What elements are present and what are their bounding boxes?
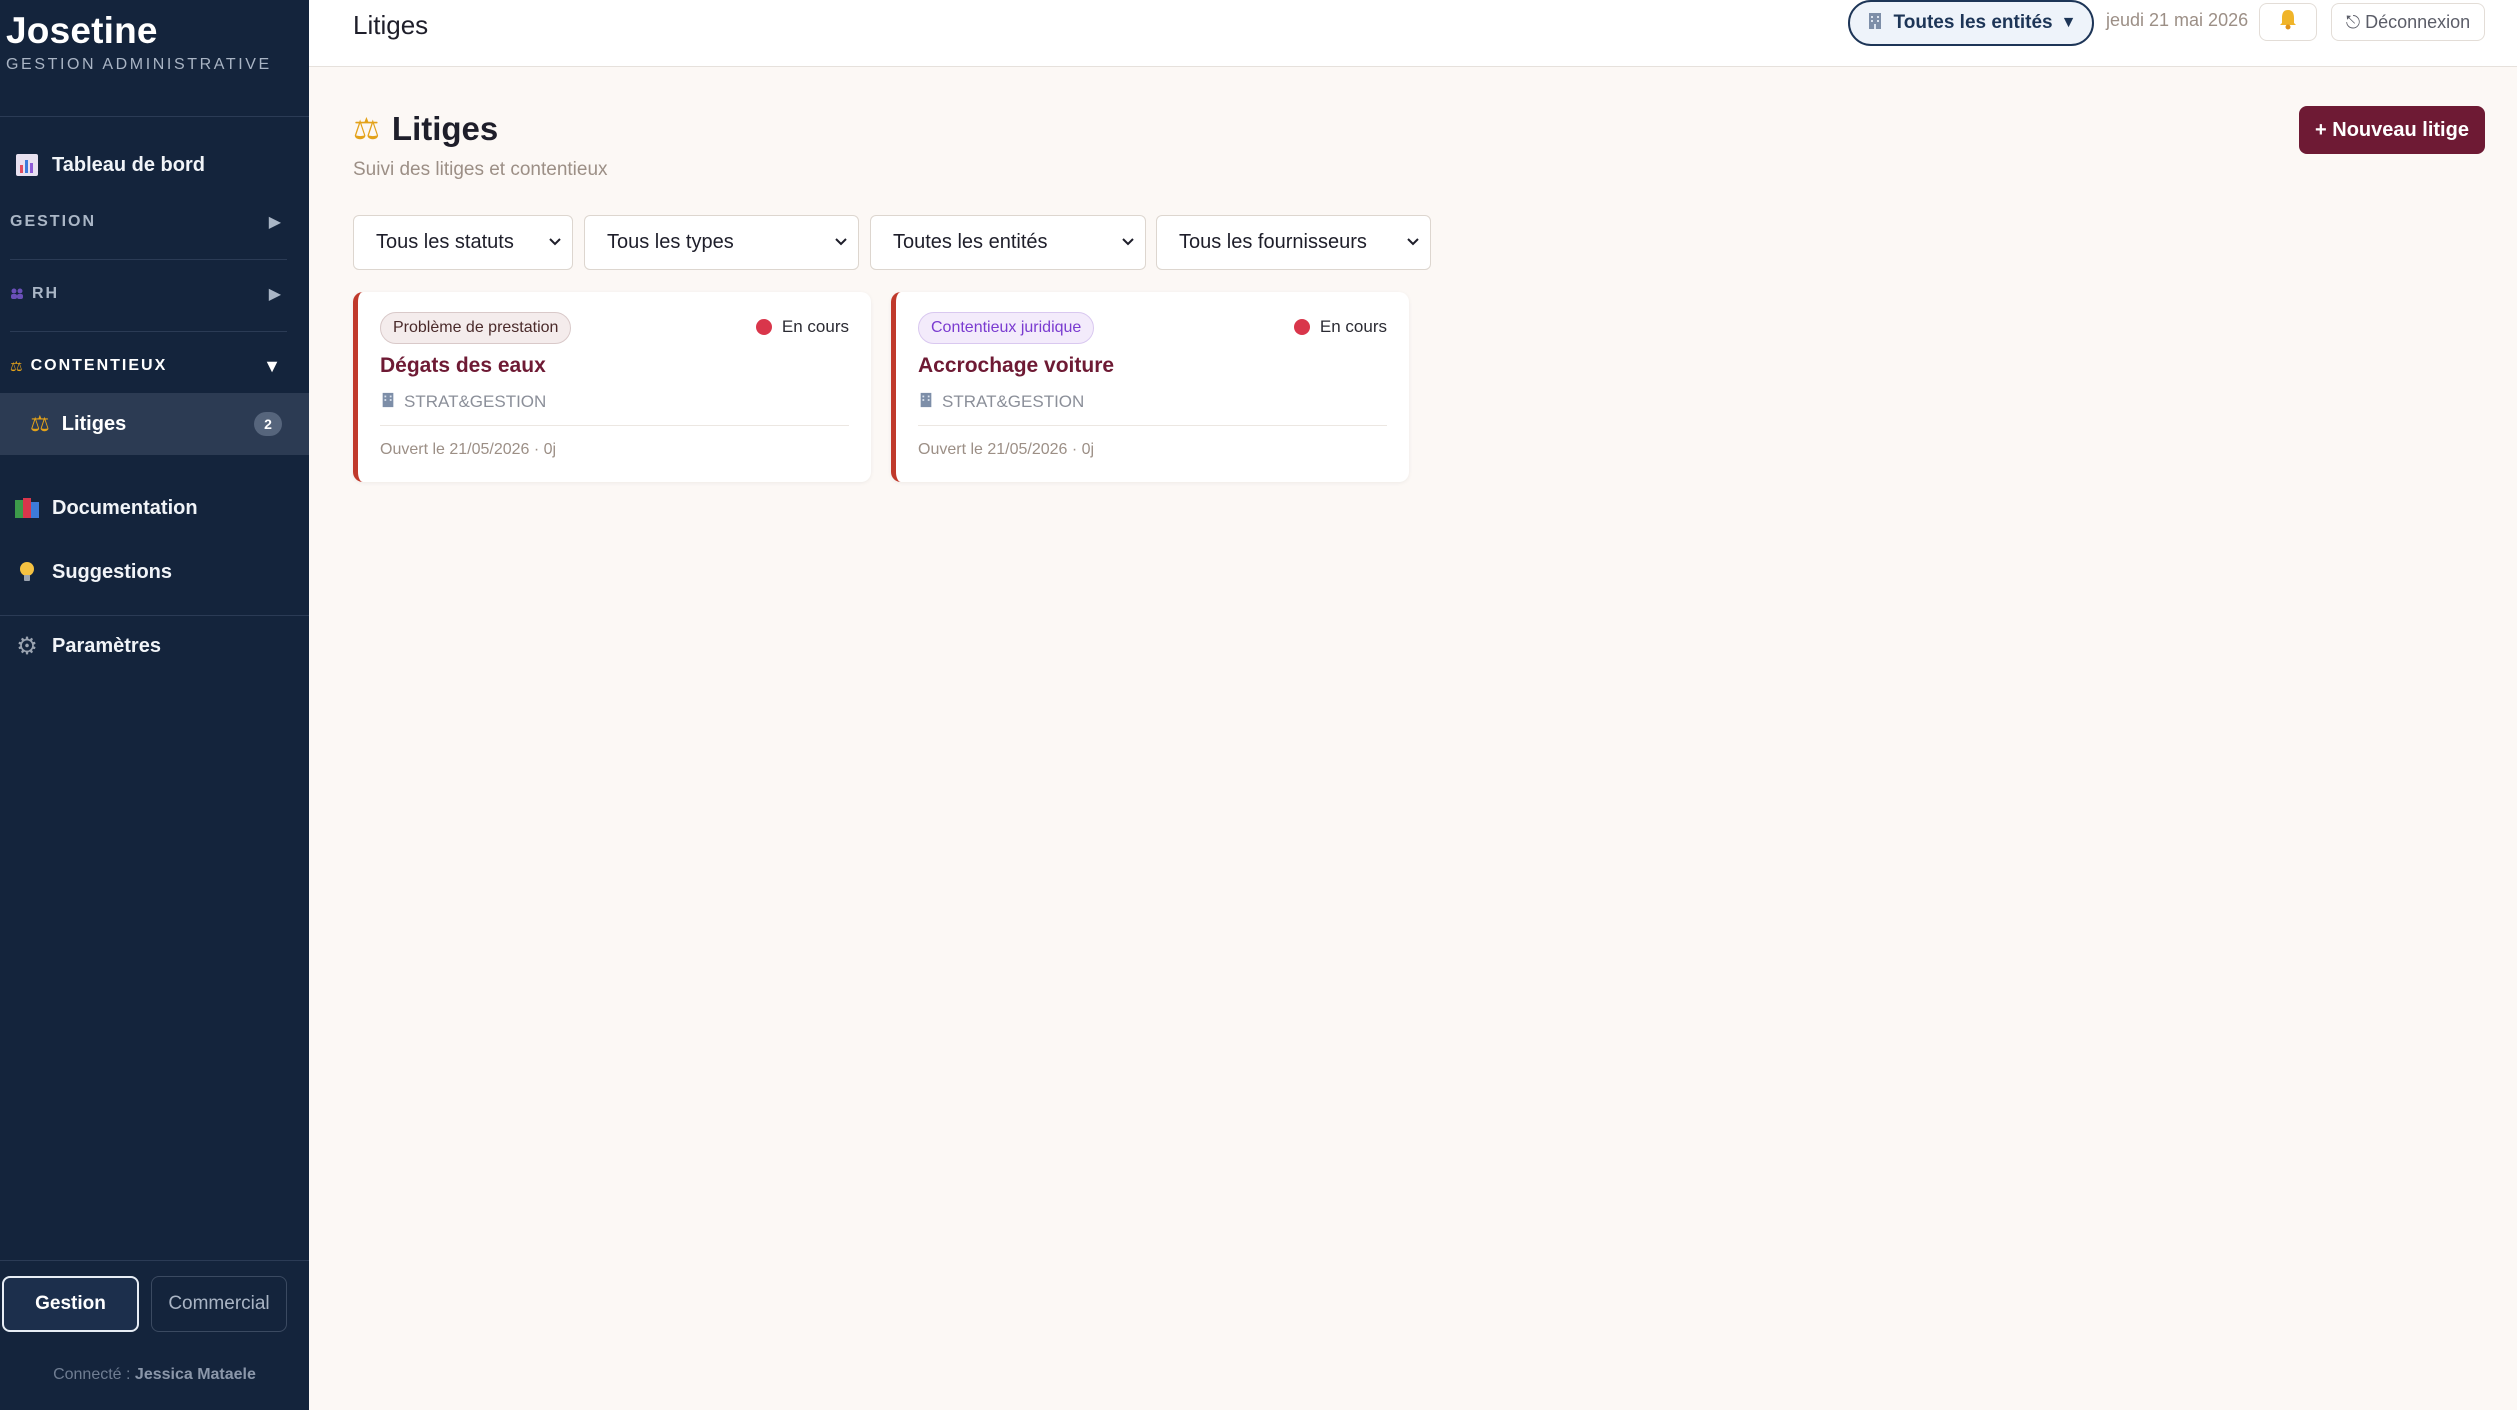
books-icon	[14, 495, 40, 521]
heading-text: Litiges	[391, 110, 499, 147]
divider	[10, 331, 287, 332]
section-gestion[interactable]: GESTION ▶	[0, 200, 309, 244]
card-opened-date: Ouvert le 21/05/2026 · 0j	[918, 441, 1095, 458]
card-entity: STRAT&GESTION	[918, 392, 1084, 412]
chevron-down-icon: ▼	[2060, 14, 2077, 31]
count-badge: 2	[254, 412, 282, 436]
status-label: En cours	[1319, 317, 1387, 336]
filter-type-select[interactable]: Tous les types	[584, 215, 859, 270]
filter-value: Tous les fournisseurs	[1179, 231, 1367, 253]
card-opened-date: Ouvert le 21/05/2026 · 0j	[380, 441, 557, 458]
filter-value: Tous les types	[607, 231, 734, 253]
sidebar-item-label: Suggestions	[52, 560, 173, 583]
new-litige-button[interactable]: + Nouveau litige	[2299, 106, 2485, 154]
sidebar-item-litiges[interactable]: ⚖ Litiges 2	[0, 393, 309, 455]
connected-username: Jessica Mataele	[134, 1366, 256, 1383]
filter-entity-select[interactable]: Toutes les entités	[870, 215, 1146, 270]
chevron-down-icon	[835, 238, 847, 246]
mode-gestion-button[interactable]: Gestion	[2, 1276, 139, 1332]
status-dot	[755, 319, 772, 335]
sidebar: Josetine GESTION ADMINISTRATIVE Tableau …	[0, 0, 309, 1410]
brand-title: Josetine	[6, 10, 158, 51]
page-subtitle: Suivi des litiges et contentieux	[353, 159, 608, 180]
sidebar-item-dashboard[interactable]: Tableau de bord	[0, 135, 309, 195]
card-title: Accrochage voiture	[918, 354, 1115, 377]
sidebar-item-label: Paramètres	[52, 634, 161, 657]
sidebar-item-label: Documentation	[52, 496, 198, 519]
section-label: RH	[32, 285, 60, 302]
sidebar-item-label: Tableau de bord	[52, 153, 205, 176]
card-title: Dégats des eaux	[380, 354, 546, 377]
mode-commercial-button[interactable]: Commercial	[151, 1276, 287, 1332]
sidebar-item-parametres[interactable]: ⚙ Paramètres	[0, 616, 309, 676]
entity-selector[interactable]: Toutes les entités ▼	[1848, 0, 2094, 46]
filter-status-select[interactable]: Tous les statuts	[353, 215, 573, 270]
brand: Josetine GESTION ADMINISTRATIVE	[6, 10, 272, 74]
type-tag: Problème de prestation	[380, 312, 572, 344]
scales-icon: ⚖	[30, 411, 50, 436]
chevron-down-icon: ▼	[263, 355, 281, 376]
divider	[0, 116, 309, 117]
filter-supplier-select[interactable]: Tous les fournisseurs	[1156, 215, 1431, 270]
connected-prefix: Connecté :	[53, 1366, 131, 1383]
sidebar-item-documentation[interactable]: Documentation	[0, 478, 309, 538]
entity-name: STRAT&GESTION	[942, 392, 1085, 411]
section-label: CONTENTIEUX	[30, 357, 168, 374]
sidebar-item-suggestions[interactable]: Suggestions	[0, 542, 309, 602]
section-rh[interactable]: RH ▶	[0, 272, 309, 316]
litige-card[interactable]: Contentieux juridique En cours Accrochag…	[891, 292, 1409, 482]
building-icon	[380, 392, 396, 412]
page-title: Litiges	[353, 10, 429, 40]
chevron-down-icon	[1122, 238, 1134, 246]
chevron-right-icon: ▶	[268, 286, 281, 303]
status-indicator: En cours	[755, 317, 849, 337]
litige-card[interactable]: Problème de prestation En cours Dégats d…	[353, 292, 871, 482]
page-heading: ⚖ Litiges	[353, 110, 498, 148]
connected-user: Connecté : Jessica Mataele	[0, 1366, 309, 1384]
status-indicator: En cours	[1293, 317, 1387, 337]
divider	[0, 1260, 309, 1261]
divider	[918, 425, 1387, 426]
card-entity: STRAT&GESTION	[380, 392, 546, 412]
notifications-button[interactable]	[2259, 3, 2317, 41]
section-contentieux[interactable]: ⚖ CONTENTIEUX ▼	[0, 344, 309, 388]
building-icon	[918, 392, 934, 412]
scales-icon: ⚖	[353, 112, 380, 146]
logout-button[interactable]: ⎋ Déconnexion	[2331, 3, 2485, 41]
chart-icon	[14, 152, 40, 178]
lightbulb-icon	[14, 559, 40, 585]
building-icon	[1866, 12, 1884, 35]
chevron-down-icon	[1407, 238, 1419, 246]
type-tag: Contentieux juridique	[918, 312, 1095, 344]
divider	[10, 259, 287, 260]
section-label: GESTION	[10, 213, 97, 230]
current-date: jeudi 21 mai 2026	[2106, 10, 2249, 30]
filter-value: Toutes les entités	[893, 231, 1048, 253]
entity-name: STRAT&GESTION	[404, 392, 547, 411]
scales-icon: ⚖	[10, 357, 23, 374]
chevron-down-icon	[549, 238, 561, 246]
gear-icon: ⚙	[16, 632, 38, 660]
entity-selector-label: Toutes les entités	[1893, 12, 2053, 33]
divider	[380, 425, 849, 426]
brand-subtitle: GESTION ADMINISTRATIVE	[6, 56, 272, 73]
bell-icon	[2278, 8, 2298, 36]
status-label: En cours	[781, 317, 849, 336]
chevron-right-icon: ▶	[268, 214, 281, 231]
status-dot	[1293, 319, 1310, 335]
sidebar-item-label: Litiges	[61, 412, 127, 435]
people-icon	[10, 286, 24, 302]
filter-value: Tous les statuts	[376, 231, 514, 253]
topbar: Litiges Toutes les entités ▼ jeudi 21 ma…	[309, 0, 2517, 67]
